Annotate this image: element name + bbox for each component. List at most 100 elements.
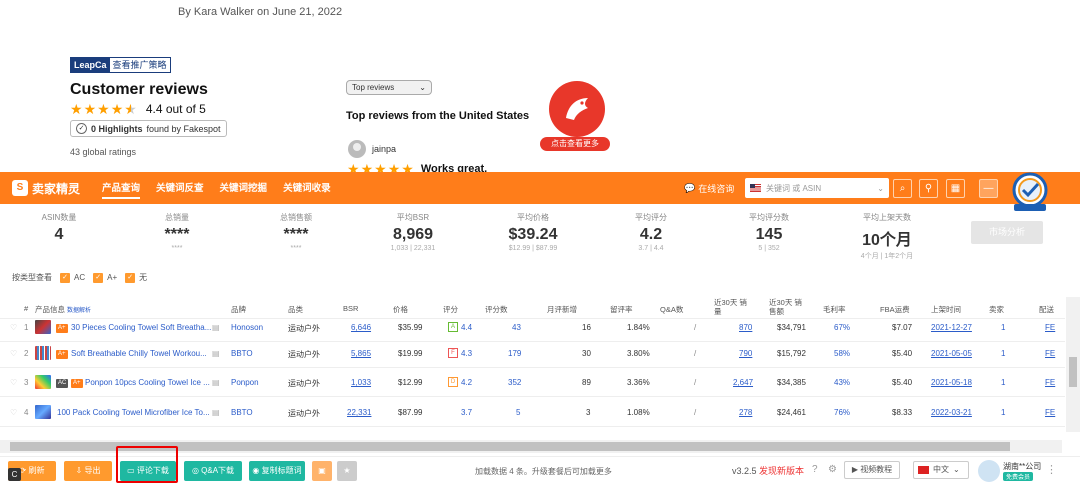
tab-keyword-index[interactable]: 关键词收录 (283, 177, 331, 199)
rating-value: 4.4 (461, 323, 473, 332)
reviewer-name: jainpa (372, 144, 397, 154)
export-button[interactable]: ▦ (946, 179, 965, 198)
seller-count[interactable]: 1 (1001, 378, 1005, 387)
avatar[interactable] (978, 460, 1000, 482)
listed-date[interactable]: 2022-03-21 (931, 408, 972, 417)
sales-30d[interactable]: 870 (739, 323, 752, 332)
sort-reviews-select[interactable]: Top reviews ⌄ (346, 80, 432, 95)
price-value: $87.99 (398, 408, 423, 417)
bsr-value[interactable]: 22,331 (347, 408, 371, 417)
copy-icon[interactable]: ▤ (212, 378, 220, 387)
language-select[interactable]: 中文 ⌄ (913, 461, 969, 479)
leapca-banner[interactable]: LeapCa 查看推广策略 (70, 57, 171, 73)
video-tutorial-button[interactable]: ▶ 视频教程 (844, 461, 900, 479)
review-count[interactable]: 352 (508, 378, 521, 387)
product-title[interactable]: 100 Pack Cooling Towel Microfiber Ice To… (57, 408, 210, 417)
seller-count[interactable]: 1 (1001, 349, 1005, 358)
minimize-button[interactable]: — (979, 179, 998, 198)
more-icon[interactable]: ⋮ (1046, 463, 1057, 476)
help-icon[interactable]: ? (812, 464, 818, 475)
product-thumbnail[interactable] (35, 320, 51, 334)
brand[interactable]: S 卖家精灵 (12, 180, 80, 197)
table-row[interactable]: ♡ 1 A+ 30 Pieces Cooling Towel Soft Brea… (0, 313, 1065, 342)
sales-30d[interactable]: 790 (739, 349, 752, 358)
listed-date[interactable]: 2021-05-05 (931, 349, 972, 358)
product-thumbnail[interactable] (35, 405, 51, 419)
review-count[interactable]: 179 (508, 349, 521, 358)
copy-title-words-button[interactable]: ◉ 复制标题词 (249, 461, 305, 481)
brand-name[interactable]: BBTO (231, 349, 253, 358)
stat-label: ASIN数量 (41, 213, 77, 222)
product-thumbnail[interactable] (35, 346, 51, 360)
qa-download-button[interactable]: ◎ Q&A下载 (184, 461, 242, 481)
score-badge: F (448, 348, 458, 358)
sales-30d[interactable]: 278 (739, 408, 752, 417)
product-title[interactable]: 30 Pieces Cooling Towel Soft Breatha... (71, 323, 211, 332)
review-rate: 1.08% (627, 408, 650, 417)
copy-icon[interactable]: ▤ (212, 349, 220, 358)
tab-keyword-reverse[interactable]: 关键词反查 (156, 177, 204, 199)
seller-count[interactable]: 1 (1001, 323, 1005, 332)
revenue-30d: $34,385 (777, 378, 806, 387)
table-row[interactable]: ♡ 2 A+ Soft Breathable Chilly Towel Work… (0, 339, 1065, 368)
stat-label: 总销售额 (280, 213, 312, 222)
sortime-logo-icon[interactable] (1008, 172, 1052, 212)
filter-ac-checkbox[interactable]: ✓ AC (60, 272, 86, 283)
brand-name[interactable]: Honoson (231, 323, 263, 332)
search-icon: ⌕ (899, 183, 906, 194)
leapca-link[interactable]: 查看推广策略 (110, 58, 170, 72)
heart-icon[interactable]: ♡ (10, 378, 17, 387)
bsr-value[interactable]: 5,865 (351, 349, 371, 358)
tab-keyword-mining[interactable]: 关键词挖掘 (220, 177, 268, 199)
heart-icon[interactable]: ♡ (10, 408, 17, 417)
search-button[interactable]: ⌕ (893, 179, 912, 198)
product-title[interactable]: Ponpon 10pcs Cooling Towel Ice ... (85, 378, 210, 387)
export-data-button[interactable]: ⇩ 导出 (64, 461, 112, 481)
seller-count[interactable]: 1 (1001, 408, 1005, 417)
scrollbar-thumb[interactable] (1069, 357, 1077, 387)
bird-logo-icon[interactable] (549, 81, 605, 137)
fakespot-highlights[interactable]: ✓ 0 Highlights found by Fakespot (70, 120, 227, 137)
promo-button[interactable]: 点击查看更多 (540, 137, 610, 151)
filter-button[interactable]: ⚲ (919, 179, 938, 198)
search-input[interactable]: 关键词 或 ASIN ⌄ (745, 178, 889, 198)
favorite-button[interactable]: ★ (337, 461, 357, 481)
listed-date[interactable]: 2021-05-18 (931, 378, 972, 387)
heart-icon[interactable]: ♡ (10, 349, 17, 358)
rating-value: 4.2 (461, 378, 473, 387)
copy-icon[interactable]: ▤ (212, 408, 220, 417)
version-info: v3.2.5 发现新版本 (732, 464, 804, 477)
avatar (348, 140, 366, 158)
stat-avg-rating: 平均评分 4.2 3.7 | 4.4 (596, 212, 706, 252)
heart-icon[interactable]: ♡ (10, 323, 17, 332)
review-count[interactable]: 43 (512, 323, 521, 332)
type-filter: 按类型查看 ✓ AC ✓ A+ ✓ 无 (12, 272, 147, 283)
global-ratings: 43 global ratings (70, 147, 137, 157)
table-row[interactable]: ♡ 3 AC A+ Ponpon 10pcs Cooling Towel Ice… (0, 368, 1065, 397)
filter-none-checkbox[interactable]: ✓ 无 (125, 272, 147, 283)
rating-stars: ★ ★ ★ ★ ★ 4.4 out of 5 (70, 102, 206, 116)
new-version-link[interactable]: 发现新版本 (759, 466, 804, 476)
tab-product-query[interactable]: 产品查询 (102, 177, 141, 199)
listed-date[interactable]: 2021-12-27 (931, 323, 972, 332)
table-row[interactable]: ♡ 4 100 Pack Cooling Towel Microfiber Ic… (0, 398, 1065, 427)
grid-icon: ▦ (950, 183, 961, 194)
sales-30d[interactable]: 2,647 (733, 378, 753, 387)
bsr-value[interactable]: 1,033 (351, 378, 371, 387)
product-thumbnail[interactable] (35, 375, 51, 389)
vertical-scrollbar[interactable] (1066, 297, 1080, 432)
col-bsr[interactable]: BSR (343, 304, 358, 313)
brand-name[interactable]: Ponpon (231, 378, 259, 387)
review-count[interactable]: 5 (516, 408, 520, 417)
chevron-down-icon: ⌄ (877, 183, 884, 193)
copy-icon[interactable]: ▤ (212, 323, 220, 332)
product-title[interactable]: Soft Breathable Chilly Towel Workou... (71, 349, 207, 358)
market-analysis-button[interactable]: 市场分析 (971, 221, 1043, 244)
brand-name[interactable]: BBTO (231, 408, 253, 417)
filter-option-label: AC (74, 273, 86, 282)
online-consult[interactable]: 💬 在线咨询 (684, 182, 734, 195)
filter-aplus-checkbox[interactable]: ✓ A+ (93, 272, 117, 283)
image-button[interactable]: ▣ (312, 461, 332, 481)
bsr-value[interactable]: 6,646 (351, 323, 371, 332)
settings-icon[interactable]: ⚙ (828, 464, 837, 475)
